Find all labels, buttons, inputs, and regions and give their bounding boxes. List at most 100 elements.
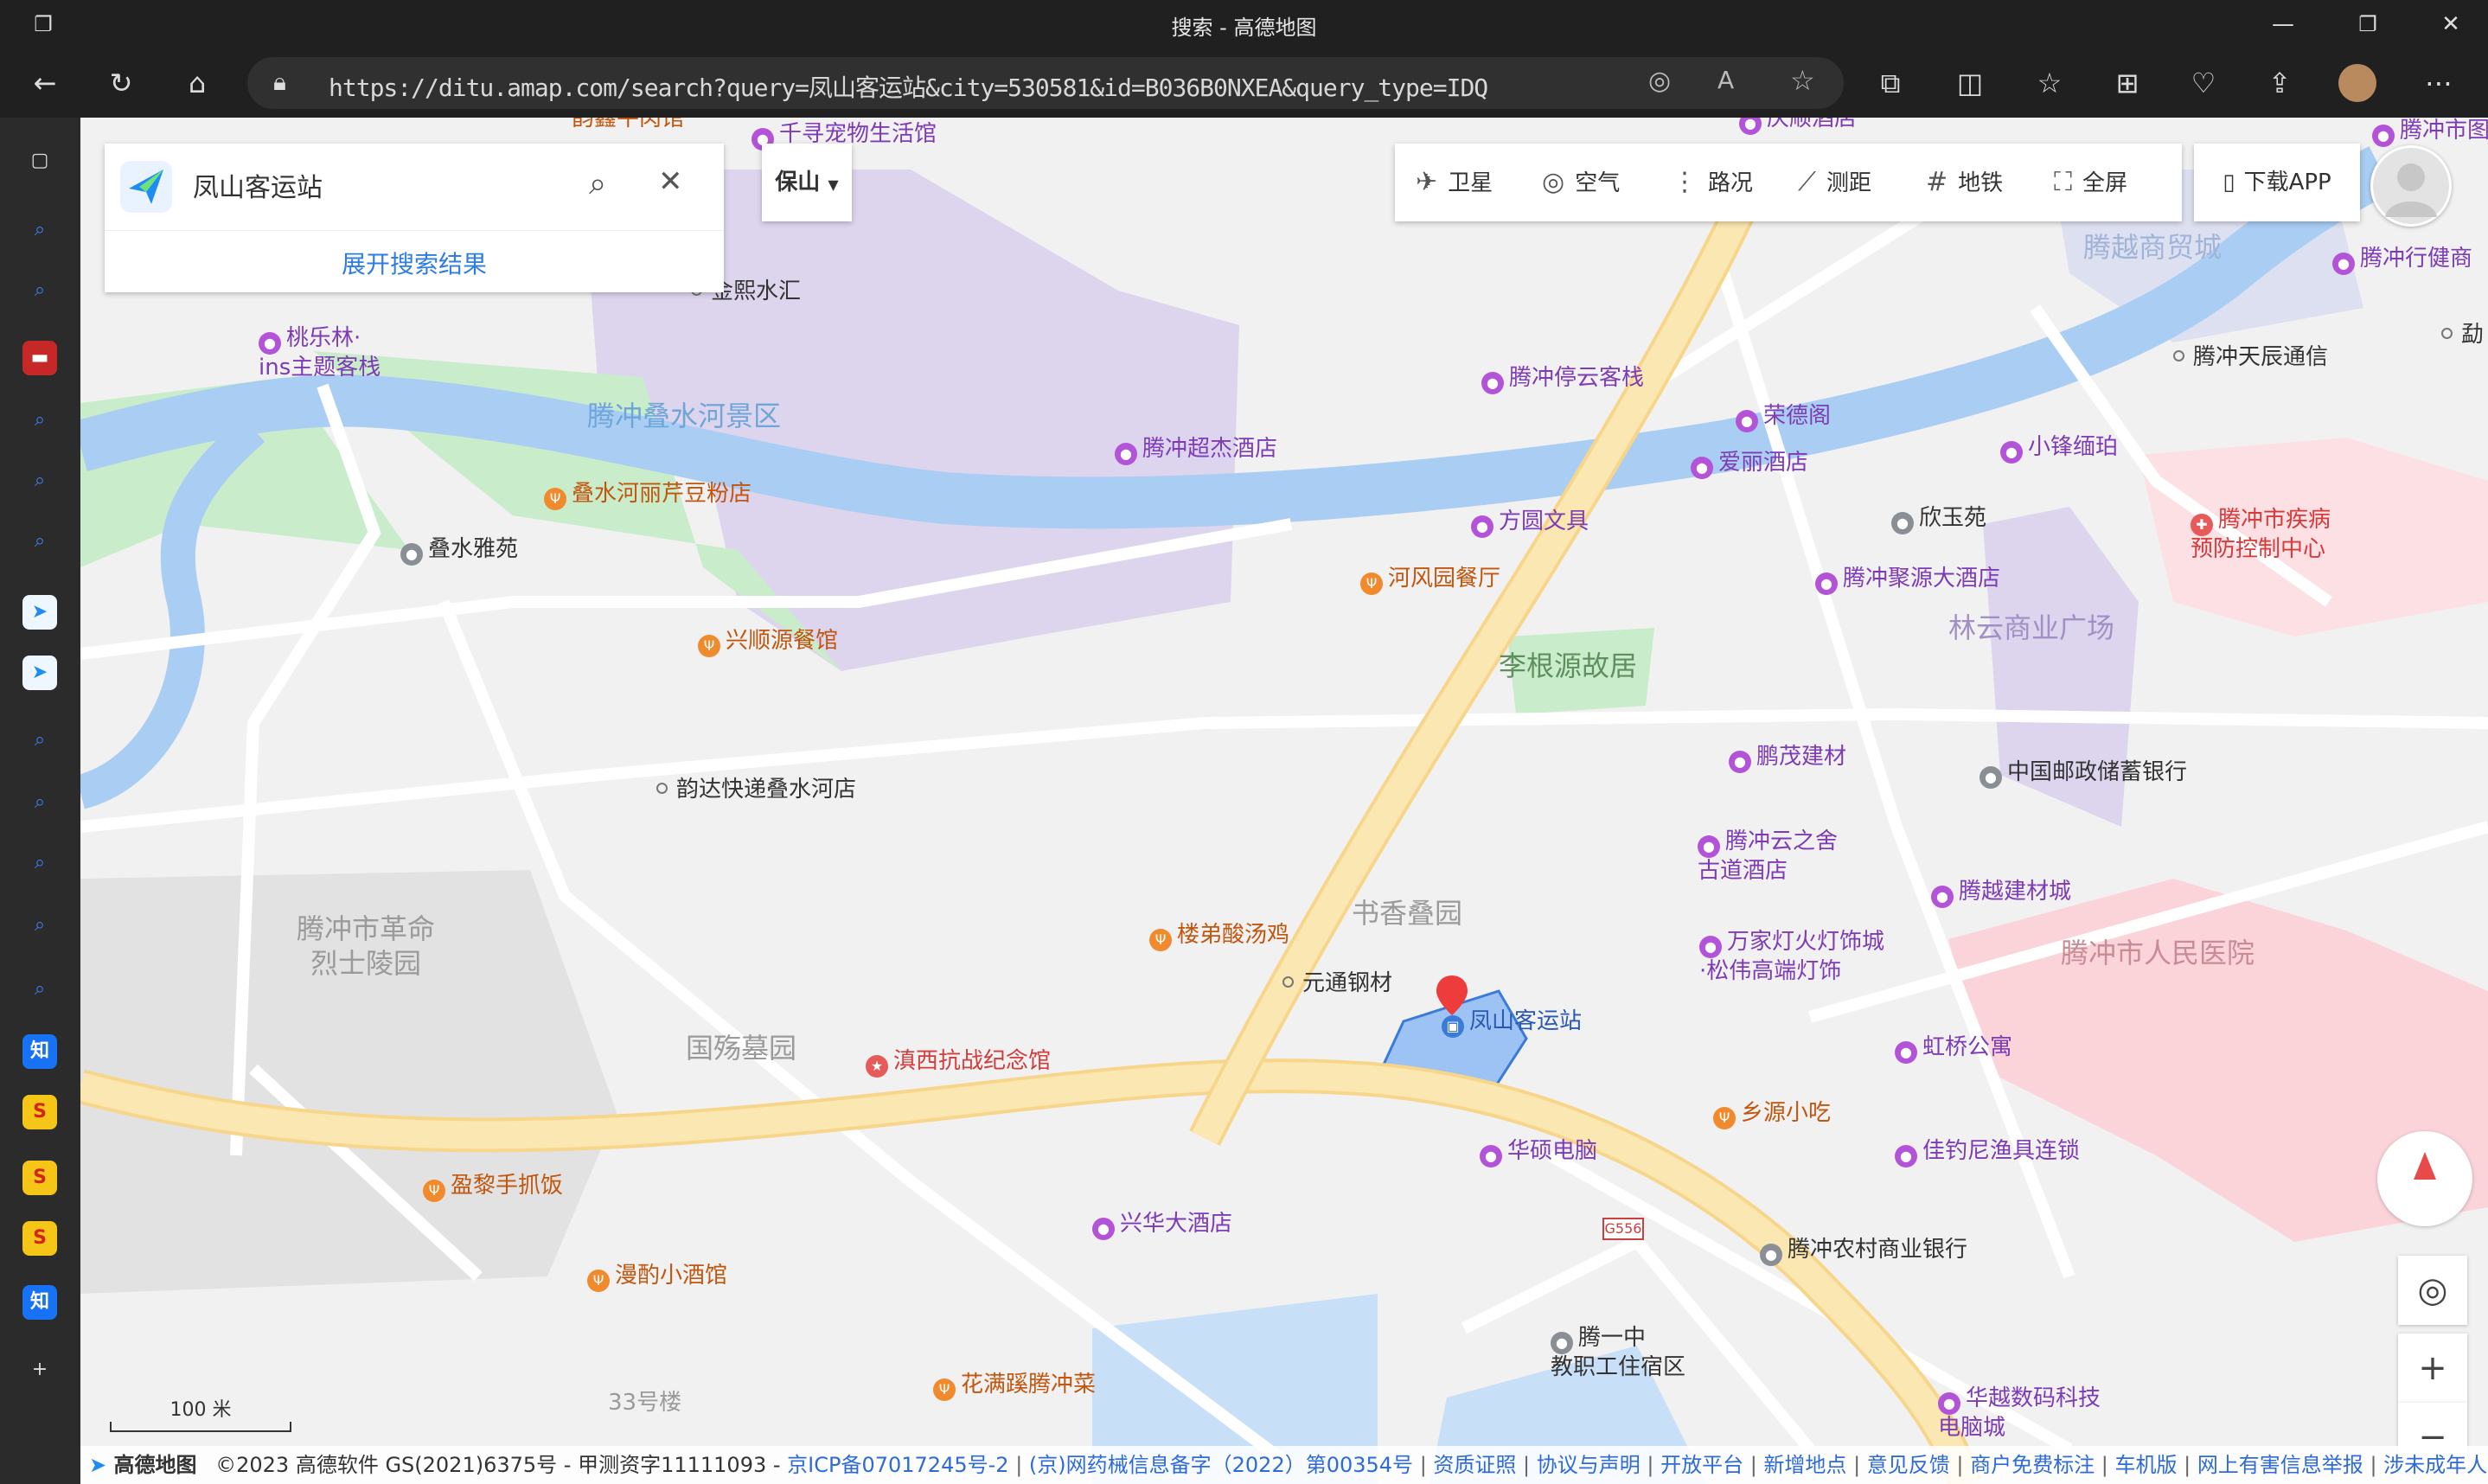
address-bar[interactable]: 🔒︎ https://ditu.amap.com/search?query=凤山… — [247, 57, 1844, 109]
back-icon[interactable]: ← — [24, 62, 66, 104]
footer-link[interactable]: 网上有害信息举报 — [2197, 1453, 2363, 1477]
poi-marker[interactable]: 元通钢材 — [1282, 970, 1392, 996]
user-avatar[interactable] — [2370, 145, 2452, 227]
search-icon[interactable]: ⌕ — [22, 524, 57, 559]
subway-button[interactable]: # 地铁 — [1926, 144, 2003, 221]
zhihu-icon[interactable]: 知 — [22, 1285, 57, 1320]
tracking-icon[interactable]: ◎ — [1648, 66, 1671, 96]
search-icon[interactable]: ⌕ — [22, 464, 57, 498]
footer-link[interactable]: 新增地点 — [1763, 1453, 1846, 1477]
footer-link[interactable]: 开放平台 — [1660, 1453, 1743, 1477]
air-button[interactable]: ◎ 空气 — [1542, 144, 1620, 221]
footer-link[interactable]: 协议与声明 — [1537, 1453, 1641, 1477]
amap-icon[interactable]: ➤ — [22, 656, 57, 690]
poi-marker[interactable]: Ψ 花满蹊腾冲菜 — [933, 1372, 1096, 1401]
poi-marker[interactable]: 腾冲天辰通信 — [2173, 344, 2328, 370]
poi-marker[interactable]: ● 华硕电脑 — [1480, 1138, 1597, 1167]
poi-marker[interactable]: Ψ 兴顺源餐馆 — [698, 628, 838, 657]
zoom-in-button[interactable]: + — [2398, 1334, 2467, 1403]
close-window-button[interactable]: ✕ — [2434, 7, 2468, 42]
favorites-icon[interactable]: ☆ — [2029, 62, 2070, 104]
read-aloud-icon[interactable]: A — [1717, 66, 1734, 94]
extensions-icon[interactable]: ⧉ — [1870, 62, 1911, 104]
share-icon[interactable]: ⇪ — [2259, 62, 2300, 104]
search-icon[interactable]: ⌕ — [22, 908, 57, 943]
city-selector[interactable]: 保山 ▼ — [762, 144, 852, 221]
poi-marker[interactable]: ● 兴华大酒店 — [1092, 1211, 1232, 1240]
search-icon[interactable]: ⌕ — [22, 273, 57, 308]
download-app-button[interactable]: ▯ 下载APP — [2194, 144, 2360, 221]
sogou-icon[interactable]: S — [22, 1161, 57, 1195]
footer-link[interactable]: 涉未成年人举报 — [2383, 1453, 2488, 1477]
locate-button[interactable]: ◎ — [2398, 1256, 2467, 1325]
poi-marker[interactable]: ● 华越数码科技 电脑城 — [1938, 1385, 2101, 1441]
split-screen-icon[interactable]: ◫ — [1949, 62, 1991, 104]
search-input[interactable] — [191, 170, 575, 201]
poi-marker[interactable]: ● 叠水雅苑 — [400, 536, 518, 566]
zhihu-icon[interactable]: 知 — [22, 1034, 57, 1069]
search-icon[interactable]: ⌕ — [22, 972, 57, 1007]
satellite-button[interactable]: ✈ 卫星 — [1416, 144, 1493, 221]
poi-marker[interactable]: ✚ 腾冲市疾病 预防控制中心 — [2191, 507, 2331, 562]
poi-marker[interactable]: ● 小锋缅珀 — [2000, 434, 2118, 464]
poi-marker[interactable]: ● 虹桥公寓 — [1895, 1034, 2012, 1064]
search-icon[interactable]: ⌕ — [22, 723, 57, 758]
poi-marker[interactable]: ● 佳钓尼渔具连锁 — [1895, 1138, 2080, 1167]
more-icon[interactable]: ⋯ — [2418, 62, 2459, 104]
poi-marker[interactable]: 韵鑫牛肉馆 — [572, 118, 684, 131]
poi-marker[interactable]: Ψ 楼弟酸汤鸡 — [1149, 922, 1289, 951]
poi-marker[interactable]: ● 荣德阁 — [1736, 403, 1831, 432]
poi-marker[interactable]: ● 腾冲市图 — [2372, 118, 2488, 147]
footer-link[interactable]: 商户免费标注 — [1970, 1453, 2095, 1477]
selected-poi[interactable]: ▣ 凤山客运站 — [1442, 1008, 1582, 1038]
footer-link[interactable]: (京)网药械信息备字（2022）第00354号 — [1029, 1453, 1413, 1477]
search-icon[interactable]: ⌕ — [22, 785, 57, 820]
sogou-icon[interactable]: S — [22, 1095, 57, 1129]
poi-marker[interactable]: ● 腾冲停云客栈 — [1481, 365, 1644, 394]
app-icon[interactable]: ▬ — [22, 341, 57, 375]
search-icon[interactable]: ⌕ — [22, 403, 57, 438]
collections-icon[interactable]: ⊞ — [2107, 62, 2148, 104]
tabs-icon[interactable]: ▢ — [22, 144, 57, 178]
fullscreen-button[interactable]: ⛶ 全屏 — [2054, 144, 2127, 221]
poi-marker[interactable]: ● 腾冲聚源大酒店 — [1815, 566, 2000, 595]
home-icon[interactable]: ⌂ — [176, 62, 218, 104]
search-icon[interactable]: ⌕ — [22, 846, 57, 880]
poi-marker[interactable]: ● 腾冲农村商业银行 — [1760, 1237, 1967, 1266]
traffic-button[interactable]: ⋮ 路况 — [1672, 144, 1753, 221]
favorite-star-icon[interactable]: ☆ — [1790, 64, 1815, 97]
poi-marker[interactable]: Ψ 叠水河丽芹豆粉店 — [544, 481, 752, 510]
lock-icon[interactable]: 🔒︎ — [273, 67, 286, 97]
url-text[interactable]: https://ditu.amap.com/search?query=凤山客运站… — [329, 69, 1488, 104]
footer-link[interactable]: 车机版 — [2114, 1453, 2177, 1477]
search-icon[interactable]: ⌕ — [589, 166, 606, 202]
poi-marker[interactable]: ★ 滇西抗战纪念馆 — [866, 1048, 1051, 1078]
poi-marker[interactable]: ● 腾越建材城 — [1931, 879, 2071, 908]
poi-marker[interactable]: ● 爱丽酒店 — [1691, 450, 1808, 479]
poi-marker[interactable]: 勐 — [2441, 322, 2484, 348]
refresh-icon[interactable]: ↻ — [100, 62, 142, 104]
map-canvas[interactable]: 腾冲叠水河景区 李根源故居 书香叠园 腾冲市革命 烈士陵园 国殇墓园 腾冲市人民… — [80, 118, 2488, 1484]
poi-marker[interactable]: ● 鹏茂建材 — [1729, 744, 1846, 773]
footer-link[interactable]: 京ICP备07017245号-2 — [787, 1453, 1008, 1477]
poi-marker[interactable]: ● 桃乐林· ins主题客栈 — [259, 325, 381, 381]
add-icon[interactable]: + — [22, 1353, 57, 1387]
performance-icon[interactable]: ♡ — [2183, 62, 2224, 104]
poi-marker[interactable]: Ψ 乡源小吃 — [1713, 1100, 1831, 1129]
compass-control[interactable] — [2377, 1131, 2472, 1226]
footer-link[interactable]: 意见反馈 — [1867, 1453, 1950, 1477]
poi-marker[interactable]: ● 腾一中 教职工住宿区 — [1551, 1325, 1685, 1380]
poi-marker[interactable]: Ψ 盈黎手抓饭 — [423, 1173, 563, 1202]
measure-button[interactable]: ⟋ 测距 — [1798, 144, 1871, 221]
sogou-icon[interactable]: S — [22, 1221, 57, 1256]
profile-avatar[interactable] — [2338, 64, 2376, 102]
expand-results-link[interactable]: 展开搜索结果 — [105, 246, 724, 280]
poi-marker[interactable]: ● 中国邮政储蓄银行 — [1980, 759, 2187, 789]
poi-marker[interactable]: ● 方圆文具 — [1471, 509, 1589, 538]
amap-icon[interactable]: ➤ — [22, 595, 57, 630]
poi-marker[interactable]: ● 庆顺酒店 — [1739, 118, 1857, 135]
poi-marker[interactable]: Ψ 漫酌小酒馆 — [587, 1263, 727, 1292]
footer-link[interactable]: 资质证照 — [1433, 1453, 1516, 1477]
minimize-button[interactable]: — — [2266, 7, 2300, 42]
clear-icon[interactable]: ✕ — [658, 164, 683, 199]
